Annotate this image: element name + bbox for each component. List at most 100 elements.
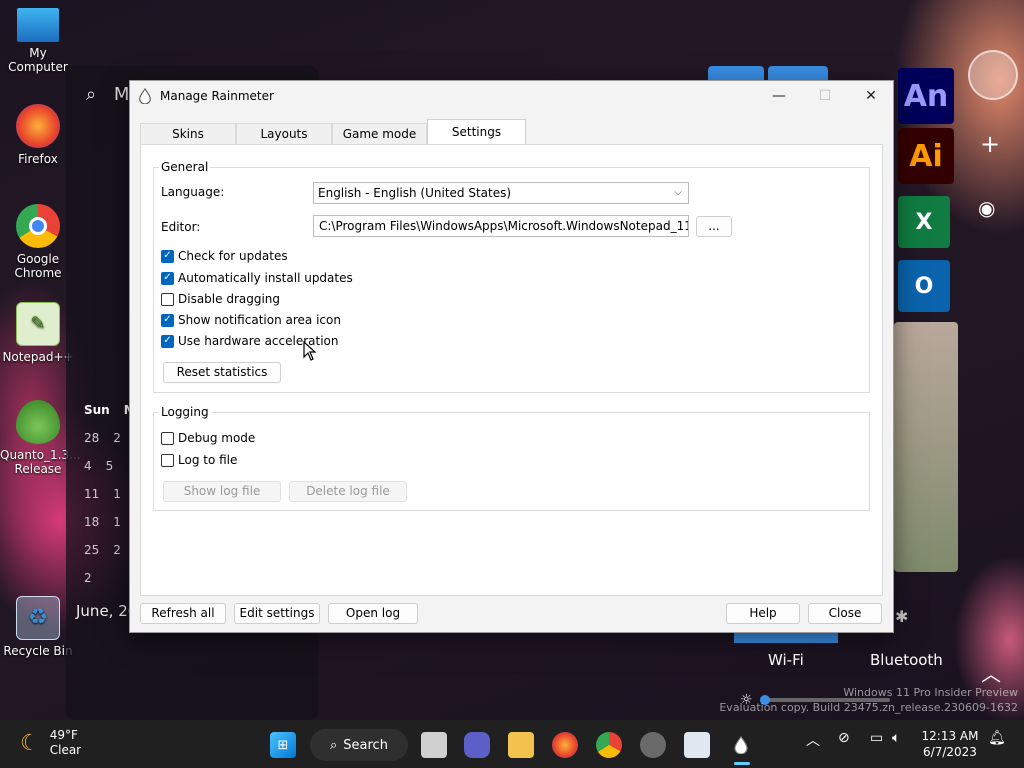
settings-gear-icon[interactable] — [640, 732, 666, 758]
help-button[interactable]: Help — [726, 603, 800, 624]
open-log-button[interactable]: Open log — [328, 603, 418, 624]
language-select[interactable]: English - English (United States) ⌵ — [313, 182, 689, 204]
checkbox-box — [161, 292, 174, 306]
checkmark-icon: ✓ — [161, 334, 174, 348]
desktop-icon-recycle-bin[interactable]: ♻ Recycle Bin — [0, 596, 76, 658]
add-icon[interactable]: + — [980, 130, 1000, 158]
language-value: English - English (United States) — [318, 186, 512, 200]
tab-game-mode[interactable]: Game mode — [332, 123, 427, 145]
cal-day: 18 — [84, 515, 100, 529]
outlook-label: O — [914, 273, 934, 299]
cal-day: 1 — [113, 487, 121, 501]
chevron-up-icon[interactable]: ︿ — [981, 658, 1001, 687]
recycle-bin-icon: ♻ — [16, 596, 60, 640]
tab-settings[interactable]: Settings — [427, 119, 526, 145]
editor-path-input[interactable]: C:\Program Files\WindowsApps\Microsoft.W… — [313, 215, 689, 237]
windows-icon: ⊞ — [277, 737, 289, 753]
eye-icon[interactable]: ◉ — [978, 196, 995, 220]
debug-mode-checkbox[interactable]: Debug mode — [161, 431, 255, 445]
volume-icon[interactable]: 🔈︎ — [892, 730, 900, 746]
outlook-icon[interactable]: O — [898, 260, 950, 312]
desktop-icon-firefox[interactable]: Firefox — [0, 104, 76, 166]
taskbar-search[interactable]: ⌕ Search — [310, 729, 408, 761]
chrome-taskbar-icon[interactable] — [596, 732, 622, 758]
tab-bar: Skins Layouts Game mode Settings — [140, 119, 526, 145]
delete-log-file-button[interactable]: Delete log file — [289, 481, 407, 502]
edit-settings-button[interactable]: Edit settings — [234, 603, 320, 624]
tile-blue — [768, 66, 828, 80]
title-bar[interactable]: Manage Rainmeter — ☐ ✕ — [130, 81, 893, 111]
task-view-icon[interactable] — [421, 732, 447, 758]
cal-day: 5 — [105, 459, 114, 473]
tile-blue — [708, 66, 764, 80]
checkbox-label: Show notification area icon — [178, 313, 341, 327]
rainmeter-taskbar-icon[interactable] — [728, 732, 754, 758]
show-notification-icon-checkbox[interactable]: ✓ Show notification area icon — [161, 313, 341, 327]
chevron-down-icon: ⌵ — [674, 187, 682, 198]
desktop-icon-quanto[interactable]: Quanto_1.3... Release — [0, 400, 81, 476]
desktop-icon-my-computer[interactable]: My Computer — [0, 8, 76, 74]
taskbar-clock[interactable]: 12:13 AM 6/7/2023 — [920, 728, 980, 760]
tab-layouts[interactable]: Layouts — [236, 123, 332, 145]
cal-day: 2 — [84, 571, 92, 585]
reset-statistics-button[interactable]: Reset statistics — [163, 362, 281, 383]
show-log-file-button[interactable]: Show log file — [163, 481, 281, 502]
firefox-taskbar-icon[interactable] — [552, 732, 578, 758]
checkbox-label: Automatically install updates — [178, 271, 353, 285]
check-for-updates-checkbox[interactable]: ✓ Check for updates — [161, 249, 288, 263]
mouse-cursor — [303, 341, 317, 361]
general-group-label: General — [159, 160, 211, 174]
cal-day: 28 — [84, 431, 100, 445]
chevron-up-icon[interactable]: ︿ — [806, 730, 820, 750]
illustrator-icon[interactable]: Ai — [898, 128, 954, 184]
wifi-tile[interactable] — [734, 633, 838, 643]
window-title: Manage Rainmeter — [160, 89, 274, 103]
file-explorer-icon[interactable] — [508, 732, 534, 758]
excel-icon[interactable]: X — [898, 196, 950, 248]
resource-monitor-icon[interactable] — [684, 732, 710, 758]
notification-icon[interactable]: 🔔︎ — [988, 730, 1006, 746]
search-icon: ⌕ — [330, 737, 338, 753]
minimize-button[interactable]: — — [756, 81, 802, 111]
start-button[interactable]: ⊞ — [270, 732, 296, 758]
checkbox-label: Debug mode — [178, 431, 256, 445]
auto-install-updates-checkbox[interactable]: ✓ Automatically install updates — [161, 271, 353, 285]
widget-search-text: M — [113, 84, 130, 105]
network-icon[interactable]: ⊘ — [838, 730, 850, 746]
excel-label: X — [915, 209, 933, 235]
moon-icon: ☾ — [20, 730, 40, 756]
weather-widget[interactable]: ☾ 49°F Clear — [20, 728, 81, 758]
clock-date: 6/7/2023 — [923, 745, 977, 759]
desktop-icon-label: Recycle Bin — [3, 644, 73, 658]
rainmeter-icon — [139, 88, 151, 104]
close-button[interactable]: Close — [808, 603, 882, 624]
cal-day: 4 — [84, 459, 92, 473]
log-to-file-checkbox[interactable]: Log to file — [161, 453, 237, 467]
editor-label: Editor: — [161, 220, 201, 234]
animate-icon[interactable]: An — [898, 68, 954, 124]
watermark-line1: Windows 11 Pro Insider Preview — [843, 686, 1018, 699]
teams-icon[interactable] — [464, 732, 490, 758]
desktop-icon-label: My Computer — [8, 46, 68, 74]
cal-day: 11 — [84, 487, 100, 501]
checkbox-label: Check for updates — [178, 249, 288, 263]
close-window-button[interactable]: ✕ — [848, 81, 894, 111]
disable-dragging-checkbox[interactable]: Disable dragging — [161, 292, 280, 306]
language-label: Language: — [161, 185, 225, 199]
taskbar-search-label: Search — [343, 737, 388, 753]
avatar[interactable] — [968, 50, 1018, 100]
desktop-icon-notepadpp[interactable]: ✎ Notepad++ — [0, 302, 76, 364]
browse-editor-button[interactable]: ... — [696, 216, 732, 237]
maximize-button[interactable]: ☐ — [802, 81, 848, 111]
firefox-icon — [16, 104, 60, 148]
checkbox-label: Log to file — [178, 453, 238, 467]
display-icon[interactable]: ▭ — [870, 730, 883, 746]
droplet-icon — [16, 400, 60, 444]
desktop-icon-chrome[interactable]: Google Chrome — [0, 204, 76, 280]
chrome-icon — [16, 204, 60, 248]
monitor-icon — [17, 8, 59, 42]
refresh-all-button[interactable]: Refresh all — [140, 603, 226, 624]
widget-search[interactable]: ⌕ M — [86, 84, 129, 105]
clock-time: 12:13 AM — [921, 729, 979, 743]
tab-skins[interactable]: Skins — [140, 123, 236, 145]
